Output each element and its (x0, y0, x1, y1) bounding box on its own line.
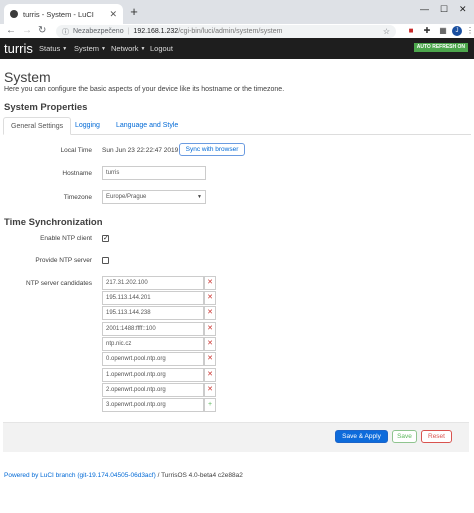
menu-system-label: System (74, 44, 100, 53)
new-tab-button[interactable]: + (127, 5, 141, 19)
chevron-down-icon: ▼ (197, 194, 202, 200)
security-status: Nezabezpečeno (73, 28, 124, 35)
os-version: / TurrisOS 4.0-beta4 c2e88a2 (157, 472, 243, 479)
remove-server-button[interactable]: ✕ (204, 368, 216, 382)
extension-grid-icon[interactable]: ▦ (438, 26, 448, 36)
menu-system[interactable]: System ▼ (74, 44, 106, 53)
chevron-down-icon: ▼ (101, 46, 106, 53)
remove-server-button[interactable]: ✕ (204, 276, 216, 290)
section-title-system-properties: System Properties (4, 102, 88, 113)
page-title: System (4, 69, 51, 85)
ntp-server-row: 3.openwrt.pool.ntp.org + (102, 398, 216, 412)
page-description: Here you can configure the basic aspects… (4, 86, 285, 93)
ntp-server-row: 2001:1488:ffff::100 ✕ (102, 322, 216, 336)
save-button[interactable]: Save (392, 430, 417, 443)
section-title-time-sync: Time Synchronization (4, 217, 103, 228)
ntp-candidates-label: NTP server candidates (26, 280, 92, 287)
remove-server-button[interactable]: ✕ (204, 337, 216, 351)
ntp-server-input[interactable]: 0.openwrt.pool.ntp.org (102, 352, 204, 366)
extension-puzzle-icon[interactable]: ✚ (422, 26, 432, 36)
enable-ntp-label: Enable NTP client (40, 235, 92, 242)
tab-title: turris - System - LuCI (23, 9, 94, 19)
ntp-server-input[interactable]: 195.113.144.201 (102, 291, 204, 305)
ntp-server-row: 2.openwrt.pool.ntp.org ✕ (102, 383, 216, 397)
timezone-select[interactable]: Europe/Prague ▼ (102, 190, 206, 204)
timezone-label: Timezone (63, 194, 92, 201)
hostname-input[interactable]: turris (102, 166, 206, 180)
hostname-label: Hostname (62, 170, 92, 177)
ntp-server-input[interactable]: 195.113.144.238 (102, 306, 204, 320)
reload-icon[interactable]: ↻ (38, 25, 46, 37)
remove-server-button[interactable]: ✕ (204, 352, 216, 366)
settings-tabs: General Settings Logging Language and St… (3, 117, 471, 135)
ntp-server-row: ntp.nic.cz ✕ (102, 337, 216, 351)
minimize-icon[interactable]: — (420, 4, 429, 14)
reset-button[interactable]: Reset (421, 430, 452, 443)
ntp-server-input[interactable]: 2.openwrt.pool.ntp.org (102, 383, 204, 397)
address-bar[interactable]: ⓘ Nezabezpečeno | 192.168.1.232 /cgi-bin… (56, 25, 396, 38)
ntp-server-input[interactable]: 1.openwrt.pool.ntp.org (102, 368, 204, 382)
bookmark-star-icon[interactable]: ☆ (383, 27, 390, 36)
info-icon: ⓘ (62, 28, 69, 36)
browser-tab[interactable]: turris - System - LuCI ✕ (4, 4, 123, 24)
browser-toolbar: ← → ↻ ⓘ Nezabezpečeno | 192.168.1.232 /c… (0, 24, 474, 38)
url-separator: | (127, 28, 130, 35)
ntp-server-row: 0.openwrt.pool.ntp.org ✕ (102, 352, 216, 366)
menu-network[interactable]: Network ▼ (111, 44, 145, 53)
brand-logo[interactable]: turris (4, 41, 33, 56)
favicon-icon (10, 10, 18, 18)
local-time-value: Sun Jun 23 22:22:47 2019 (102, 147, 179, 154)
ntp-server-input[interactable]: 217.31.202.100 (102, 276, 204, 290)
maximize-icon[interactable]: ☐ (440, 4, 448, 15)
luci-version-link[interactable]: Powered by LuCI branch (git-19.174.04505… (4, 472, 156, 479)
close-window-icon[interactable]: ✕ (459, 4, 467, 15)
provide-ntp-checkbox[interactable] (102, 257, 109, 264)
add-server-button[interactable]: + (204, 398, 216, 412)
luci-header: turris Status ▼ System ▼ Network ▼ Logout A… (0, 38, 474, 59)
menu-network-label: Network (111, 44, 139, 53)
ntp-server-row: 1.openwrt.pool.ntp.org ✕ (102, 368, 216, 382)
ntp-server-input[interactable]: 2001:1488:ffff::100 (102, 322, 204, 336)
browser-window: turris - System - LuCI ✕ + — ☐ ✕ ← → ↻ ⓘ… (0, 0, 474, 513)
sync-with-browser-button[interactable]: Sync with browser (179, 143, 245, 156)
save-and-apply-button[interactable]: Save & Apply (335, 430, 388, 443)
tab-general-settings[interactable]: General Settings (3, 117, 72, 135)
page-footer: Powered by LuCI branch (git-19.174.04505… (4, 472, 243, 479)
remove-server-button[interactable]: ✕ (204, 306, 216, 320)
local-time-label: Local Time (60, 147, 92, 154)
back-icon[interactable]: ← (6, 25, 16, 37)
url-path: /cgi-bin/luci/admin/system/system (178, 28, 283, 35)
ntp-server-row: 217.31.202.100 ✕ (102, 276, 216, 290)
extension-shield-icon[interactable]: ■ (406, 26, 416, 36)
browser-menu-icon[interactable]: ⋮ (465, 26, 474, 36)
tab-logging[interactable]: Logging (68, 117, 107, 135)
auto-refresh-badge[interactable]: AUTO REFRESH ON (413, 43, 468, 52)
menu-logout[interactable]: Logout (150, 44, 173, 53)
remove-server-button[interactable]: ✕ (204, 291, 216, 305)
forward-icon[interactable]: → (22, 25, 32, 37)
remove-server-button[interactable]: ✕ (204, 322, 216, 336)
ntp-server-row: 195.113.144.201 ✕ (102, 291, 216, 305)
provide-ntp-label: Provide NTP server (35, 257, 92, 264)
chevron-down-icon: ▼ (62, 46, 68, 53)
profile-avatar[interactable]: J (452, 26, 462, 36)
chevron-down-icon: ▼ (140, 46, 146, 53)
ntp-server-row: 195.113.144.238 ✕ (102, 306, 216, 320)
ntp-server-input[interactable]: 3.openwrt.pool.ntp.org (102, 398, 204, 412)
tab-strip: turris - System - LuCI ✕ + — ☐ ✕ (0, 0, 474, 24)
timezone-selected-value: Europe/Prague (106, 194, 147, 200)
url-host: 192.168.1.232 (133, 28, 179, 35)
close-tab-icon[interactable]: ✕ (109, 9, 117, 20)
enable-ntp-checkbox[interactable]: ✓ (102, 235, 109, 242)
menu-status[interactable]: Status ▼ (39, 44, 67, 53)
remove-server-button[interactable]: ✕ (204, 383, 216, 397)
menu-status-label: Status (39, 44, 61, 53)
tab-language-and-style[interactable]: Language and Style (109, 117, 185, 135)
ntp-server-input[interactable]: ntp.nic.cz (102, 337, 204, 351)
